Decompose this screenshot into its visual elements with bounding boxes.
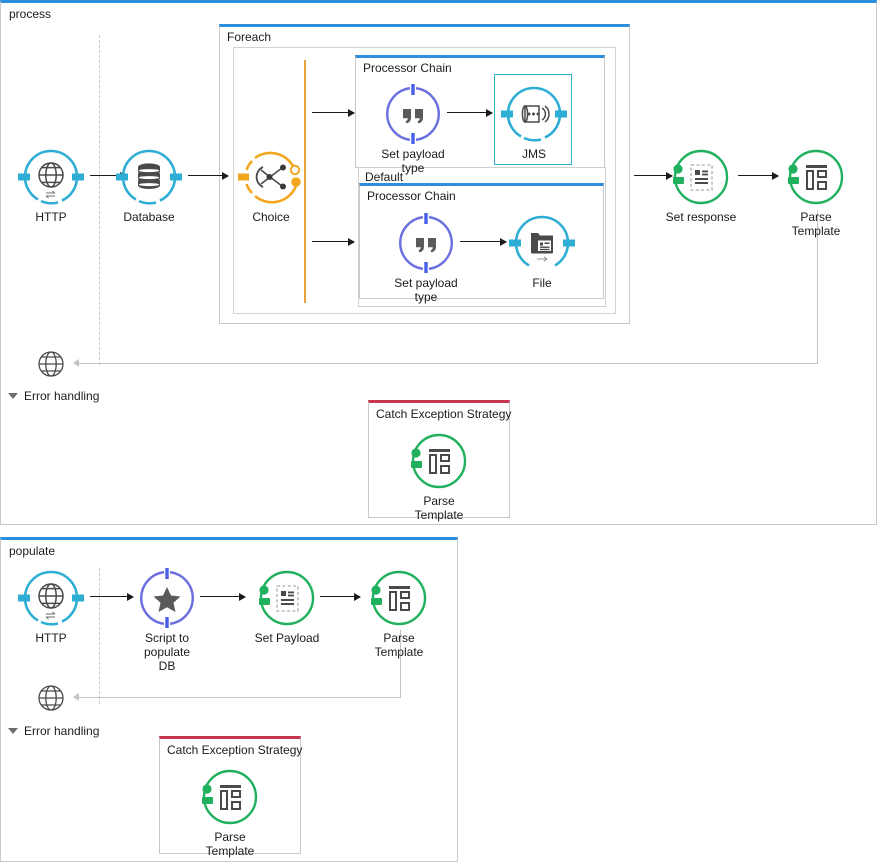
http-globe-icon bbox=[22, 148, 80, 206]
scope-processor-chain-top-title: Processor Chain bbox=[363, 61, 452, 75]
set-response-icon bbox=[672, 148, 730, 206]
return-path-horizontal-process bbox=[77, 363, 818, 364]
return-path-arrowhead-populate bbox=[73, 693, 79, 701]
return-path-arrowhead-process bbox=[73, 359, 79, 367]
set-payload-icon bbox=[397, 214, 455, 272]
return-globe-icon-process bbox=[37, 350, 65, 378]
node-script-populate-db[interactable]: Script to populate DB bbox=[127, 569, 207, 673]
catch-exception-strategy-populate-title: Catch Exception Strategy bbox=[167, 743, 302, 757]
database-icon bbox=[120, 148, 178, 206]
node-http-populate[interactable]: HTTP bbox=[11, 569, 91, 645]
node-set-payload-label: Set Payload bbox=[247, 631, 327, 645]
node-jms[interactable]: JMS bbox=[494, 85, 574, 161]
return-globe-icon-populate bbox=[37, 684, 65, 712]
node-parse-template[interactable]: Parse Template bbox=[776, 148, 856, 238]
source-divider-process bbox=[99, 35, 100, 365]
node-set-payload-type-bottom[interactable]: Set payload type bbox=[386, 214, 466, 304]
connector-setresponse-to-parsetemplate bbox=[738, 175, 778, 176]
node-file[interactable]: File bbox=[502, 214, 582, 290]
catch-exception-strategy-process-title: Catch Exception Strategy bbox=[376, 407, 511, 421]
node-parse-template-populate[interactable]: Parse Template bbox=[359, 569, 439, 659]
flow-canvas: process Foreach Processor Chain Default … bbox=[0, 0, 879, 862]
scope-processor-chain-bottom-title: Processor Chain bbox=[367, 189, 456, 203]
script-star-icon bbox=[138, 569, 196, 627]
node-set-response[interactable]: Set response bbox=[661, 148, 741, 224]
node-http[interactable]: HTTP bbox=[11, 148, 91, 224]
node-jms-label: JMS bbox=[494, 147, 574, 161]
parse-template-icon bbox=[201, 768, 259, 826]
jms-icon bbox=[505, 85, 563, 143]
connector-setpayload-to-file bbox=[460, 241, 506, 242]
return-path-horizontal-populate bbox=[77, 697, 401, 698]
connector-choice-to-branch-top bbox=[312, 112, 354, 113]
flow-process-title: process bbox=[9, 7, 51, 21]
flow-populate-title: populate bbox=[9, 544, 55, 558]
error-handling-label-populate: Error handling bbox=[24, 724, 99, 738]
node-exception-parse-template-process-label: Parse Template bbox=[399, 494, 479, 522]
node-set-payload-type-bottom-label: Set payload type bbox=[386, 276, 466, 304]
http-globe-icon bbox=[22, 569, 80, 627]
chevron-down-icon bbox=[8, 728, 18, 734]
node-exception-parse-template-process[interactable]: Parse Template bbox=[399, 432, 479, 522]
connector-setpayload-to-jms bbox=[447, 112, 492, 113]
file-icon bbox=[513, 214, 571, 272]
node-http-label: HTTP bbox=[11, 210, 91, 224]
error-handling-label-process: Error handling bbox=[24, 389, 99, 403]
node-exception-parse-template-populate-label: Parse Template bbox=[190, 830, 270, 858]
error-handling-toggle-populate[interactable]: Error handling bbox=[8, 724, 99, 738]
set-response-icon bbox=[258, 569, 316, 627]
scope-foreach-title: Foreach bbox=[227, 30, 271, 44]
error-handling-toggle-process[interactable]: Error handling bbox=[8, 389, 99, 403]
node-http-populate-label: HTTP bbox=[11, 631, 91, 645]
source-divider-populate bbox=[99, 568, 100, 704]
node-parse-template-populate-label: Parse Template bbox=[359, 631, 439, 659]
parse-template-icon bbox=[410, 432, 468, 490]
set-payload-icon bbox=[384, 85, 442, 143]
node-set-payload-type-top-label: Set payload type bbox=[373, 147, 453, 175]
parse-template-icon bbox=[787, 148, 845, 206]
connector-database-to-choice bbox=[188, 175, 228, 176]
node-script-populate-db-label: Script to populate DB bbox=[127, 631, 207, 673]
node-set-payload-type-top[interactable]: Set payload type bbox=[373, 85, 453, 175]
node-file-label: File bbox=[502, 276, 582, 290]
chevron-down-icon bbox=[8, 393, 18, 399]
choice-router-icon bbox=[242, 148, 300, 206]
node-set-response-label: Set response bbox=[661, 210, 741, 224]
parse-template-icon bbox=[370, 569, 428, 627]
node-parse-template-label: Parse Template bbox=[776, 210, 856, 238]
node-exception-parse-template-populate[interactable]: Parse Template bbox=[190, 768, 270, 858]
node-choice-label: Choice bbox=[231, 210, 311, 224]
node-database-label: Database bbox=[109, 210, 189, 224]
node-database[interactable]: Database bbox=[109, 148, 189, 224]
connector-choice-to-branch-default bbox=[312, 241, 354, 242]
node-choice[interactable]: Choice bbox=[231, 148, 311, 224]
node-set-payload[interactable]: Set Payload bbox=[247, 569, 327, 645]
